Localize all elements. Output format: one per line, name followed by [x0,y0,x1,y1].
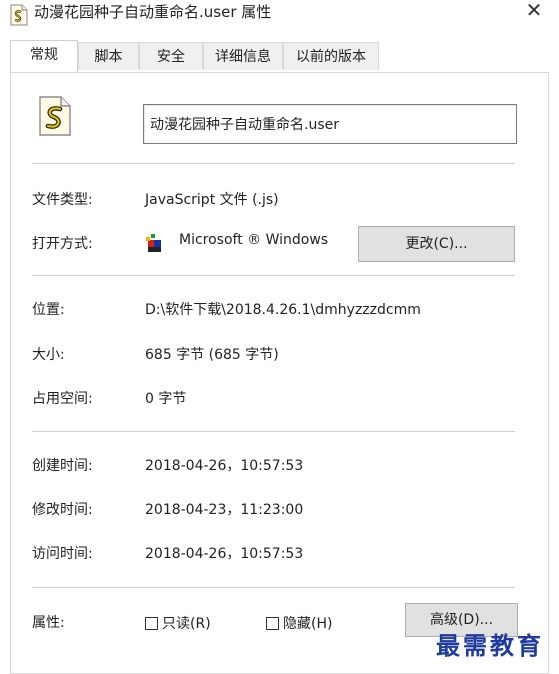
title-bar: 动漫花园种子自动重命名.user 属性 ✕ [0,0,559,36]
readonly-checkbox[interactable]: 只读(R) [145,613,211,633]
divider [32,587,515,588]
location-label: 位置: [32,302,65,318]
created-label: 创建时间: [32,458,93,474]
location-value: D:\软件下载\2018.4.26.1\dmhyzzzdcmm [145,302,421,318]
window-title: 动漫花园种子自动重命名.user 属性 [34,3,272,21]
readonly-checkbox-box[interactable] [145,616,158,630]
hidden-checkbox[interactable]: 隐藏(H) [266,613,332,633]
modified-value: 2018-04-23，11:23:00 [145,502,304,518]
tab-previous-versions[interactable]: 以前的版本 [283,42,379,70]
size-on-disk-label: 占用空间: [32,391,93,407]
open-with-value: Microsoft ® Windows [179,232,329,248]
hidden-checkbox-label: 隐藏(H) [283,616,333,632]
size-label: 大小: [32,347,65,363]
file-name-field[interactable] [143,104,517,144]
size-value: 685 字节 (685 字节) [145,347,279,363]
modified-label: 修改时间: [32,502,93,518]
script-file-icon [10,4,28,26]
divider [32,275,515,276]
readonly-checkbox-label: 只读(R) [162,616,211,632]
created-value: 2018-04-26，10:57:53 [145,458,304,474]
divider [32,431,515,432]
file-type-value: JavaScript 文件 (.js) [145,192,279,208]
hidden-checkbox-box[interactable] [266,616,279,630]
file-type-label: 文件类型: [32,192,93,208]
size-on-disk-value: 0 字节 [145,391,187,407]
tab-general[interactable]: 常规 [10,40,78,72]
tab-bar: 常规 脚本 安全 详细信息 以前的版本 [10,40,549,72]
tab-script[interactable]: 脚本 [78,42,139,70]
windows-script-host-icon [145,233,163,253]
tab-security[interactable]: 安全 [139,42,203,70]
change-button[interactable]: 更改(C)... [358,226,515,262]
accessed-label: 访问时间: [32,546,93,562]
open-with-label: 打开方式: [32,236,93,252]
script-file-icon [38,96,72,136]
attributes-label: 属性: [32,615,65,631]
accessed-value: 2018-04-26，10:57:53 [145,546,304,562]
divider [32,163,515,164]
watermark-text: 最需教育 [436,631,544,660]
tab-details[interactable]: 详细信息 [203,42,283,70]
close-button[interactable]: ✕ [523,0,545,22]
